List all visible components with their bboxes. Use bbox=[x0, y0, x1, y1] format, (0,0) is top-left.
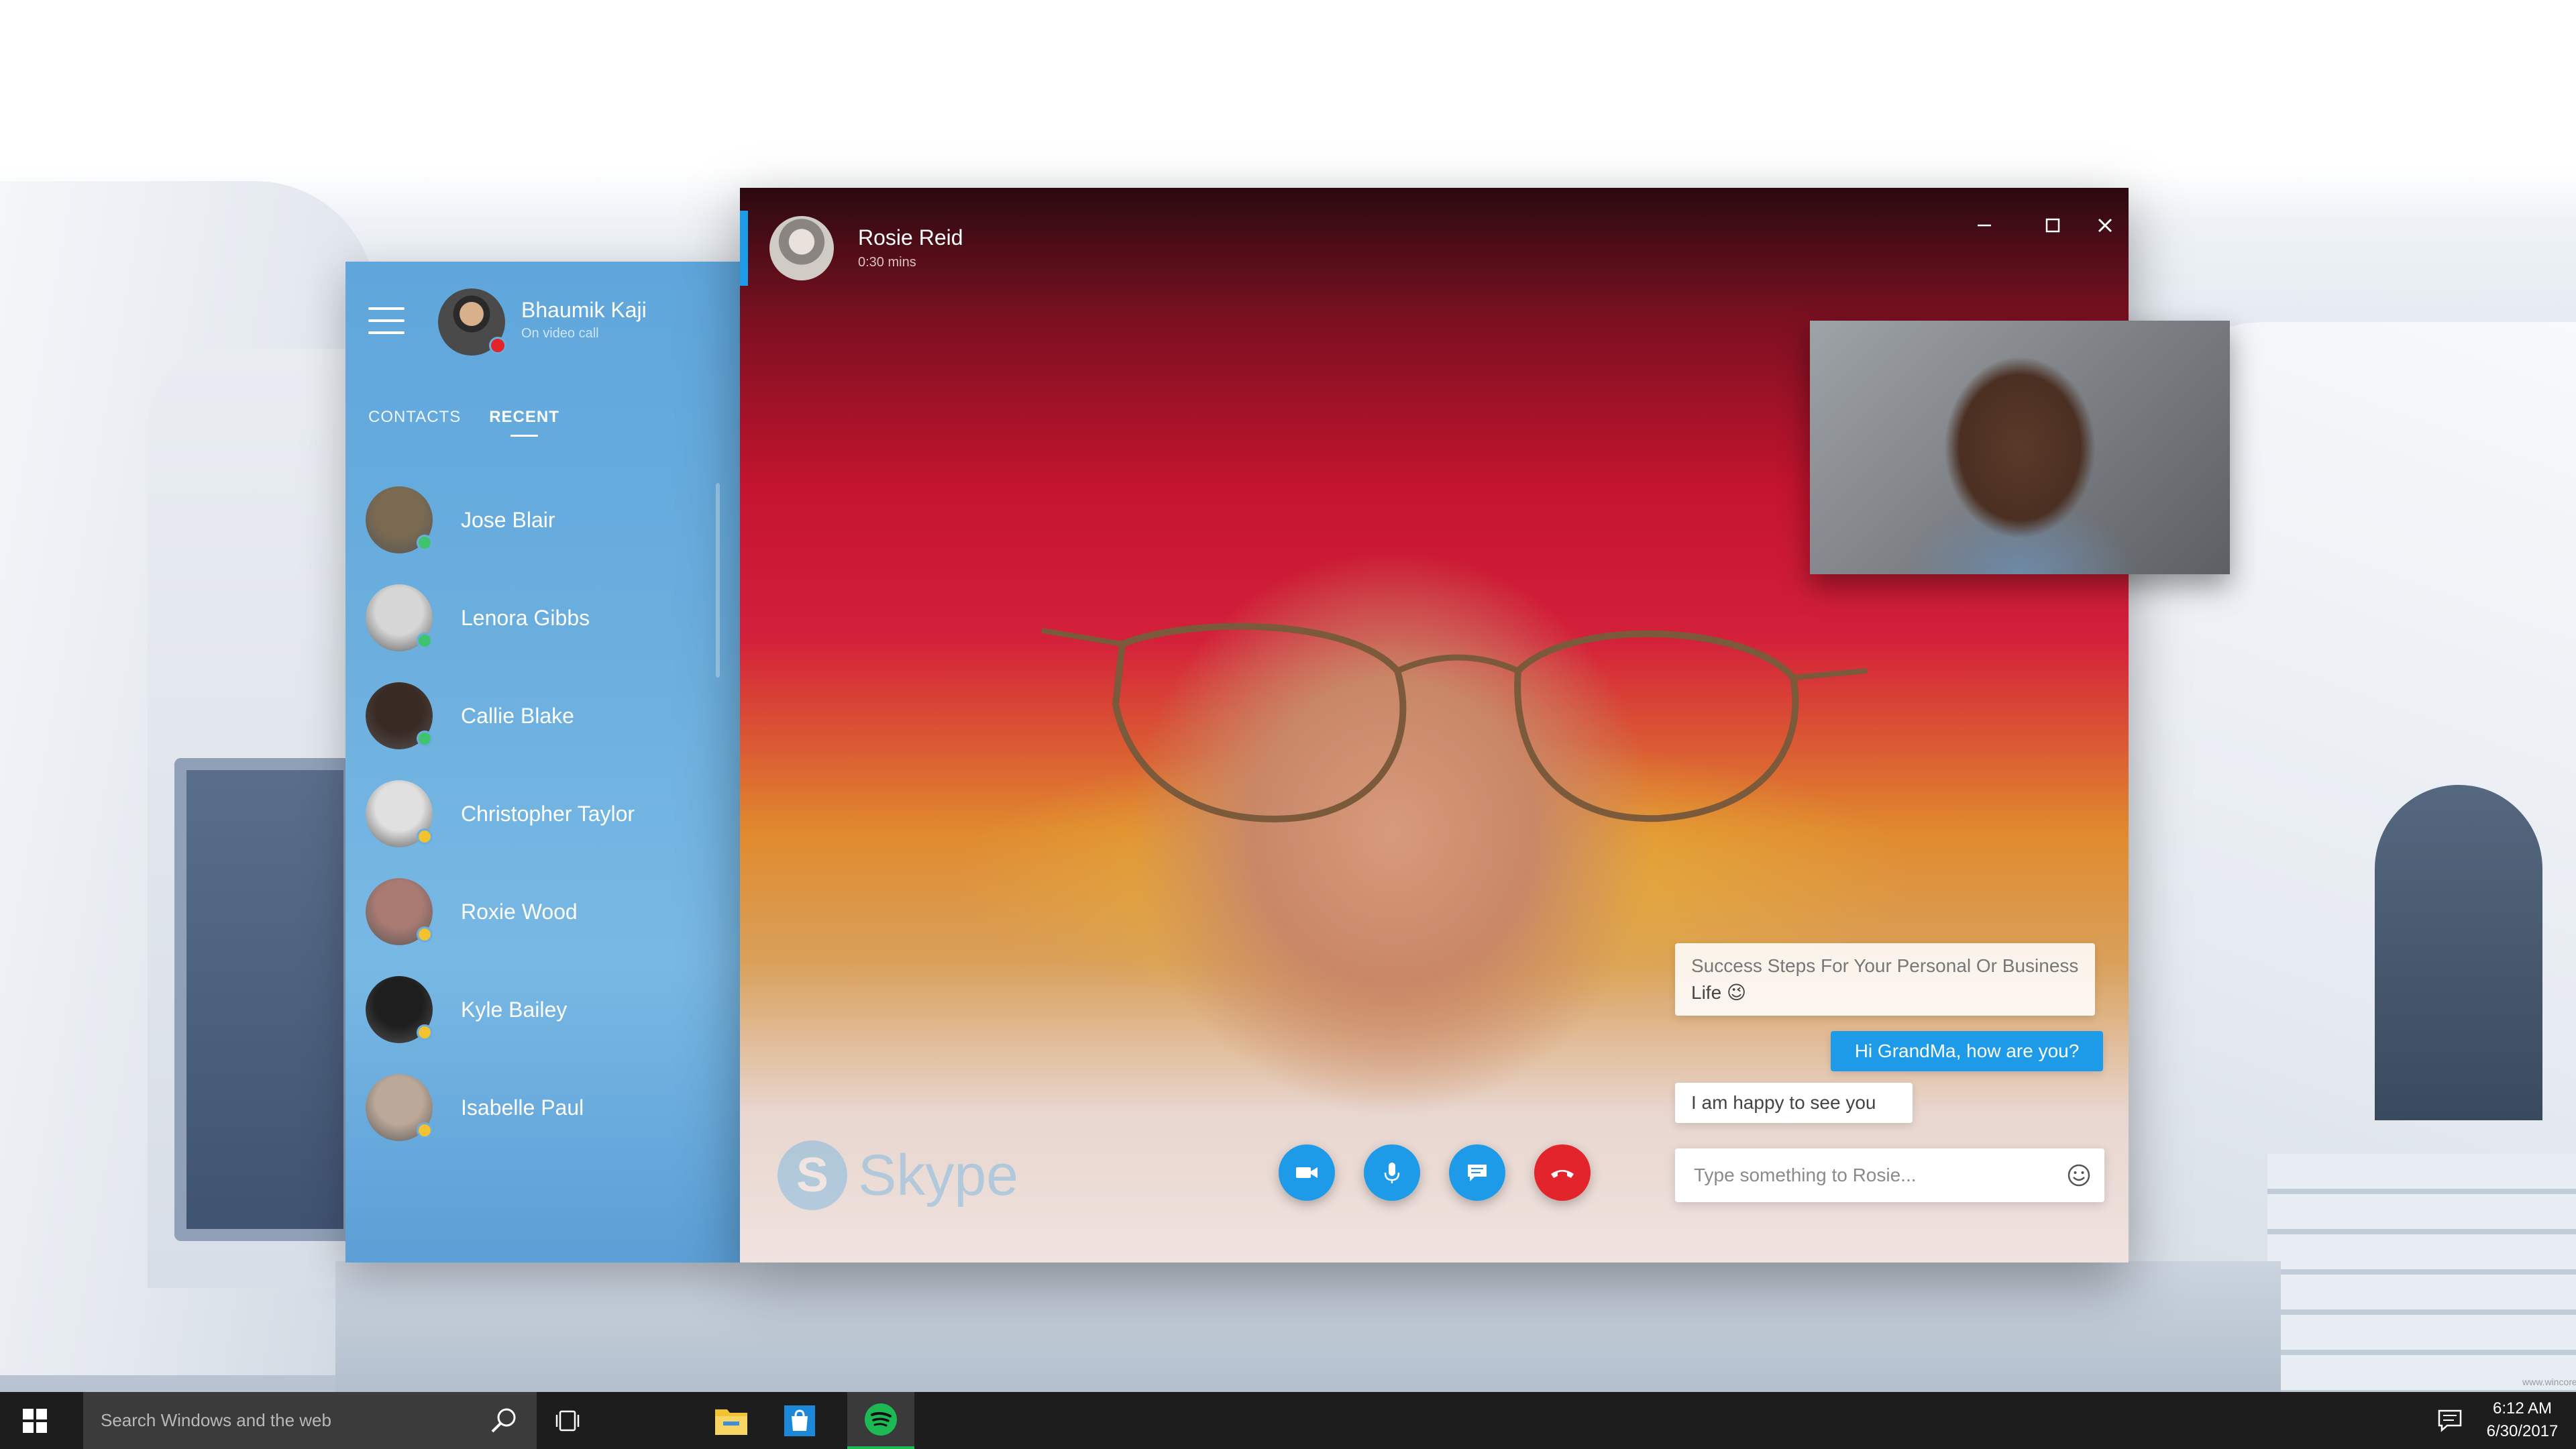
profile-avatar[interactable] bbox=[438, 288, 506, 356]
chat-message-line: Life 😉 bbox=[1691, 982, 1747, 1003]
presence-status-dot bbox=[417, 633, 433, 649]
search-placeholder: Search Windows and the web bbox=[101, 1410, 331, 1430]
tab-contacts[interactable]: CONTACTS bbox=[368, 408, 461, 427]
video-camera-icon bbox=[1296, 1167, 1318, 1178]
contact-name: Lenora Gibbs bbox=[461, 605, 590, 630]
remote-video-glasses bbox=[1041, 623, 1868, 822]
chat-message-received: Success Steps For Your Personal Or Busin… bbox=[1675, 943, 2095, 1016]
contact-name: Jose Blair bbox=[461, 507, 555, 532]
contact-list-item[interactable]: Lenora Gibbs bbox=[366, 581, 701, 655]
chat-message-input[interactable] bbox=[1675, 1148, 2051, 1202]
start-button[interactable] bbox=[0, 1392, 70, 1449]
store-button[interactable] bbox=[766, 1392, 833, 1449]
close-button[interactable] bbox=[2082, 205, 2129, 246]
hang-up-icon bbox=[1551, 1170, 1574, 1178]
emoticon-icon[interactable] bbox=[2067, 1163, 2091, 1187]
presence-status-dot bbox=[417, 828, 433, 845]
wallpaper-arch bbox=[2375, 785, 2542, 1120]
sidebar-tabs: CONTACTS RECENT bbox=[368, 408, 559, 437]
maximize-button[interactable] bbox=[2029, 205, 2076, 246]
clock-date: 6/30/2017 bbox=[2486, 1422, 2559, 1440]
task-view-button[interactable] bbox=[534, 1392, 601, 1449]
task-view-icon bbox=[555, 1410, 580, 1431]
active-call-accent bbox=[740, 211, 748, 286]
corner-watermark-text: www.wincore.ru bbox=[2522, 1377, 2576, 1387]
skype-watermark: S Skype bbox=[777, 1140, 1018, 1210]
maximize-icon bbox=[2045, 218, 2060, 233]
contact-avatar bbox=[366, 1074, 433, 1141]
taskbar-search-box[interactable]: Search Windows and the web bbox=[83, 1392, 537, 1449]
chat-composer bbox=[1675, 1148, 2104, 1202]
presence-status-dot bbox=[417, 731, 433, 747]
contacts-scrollbar[interactable] bbox=[716, 483, 720, 678]
profile-status-dot bbox=[489, 337, 506, 354]
spotify-button[interactable] bbox=[847, 1392, 914, 1449]
self-video-preview[interactable] bbox=[1810, 321, 2230, 574]
close-icon bbox=[2098, 218, 2112, 233]
presence-status-dot bbox=[417, 535, 433, 551]
file-explorer-button[interactable] bbox=[698, 1392, 765, 1449]
windows-logo-icon bbox=[23, 1408, 47, 1433]
contact-avatar bbox=[366, 584, 433, 651]
contact-name: Christopher Taylor bbox=[461, 801, 635, 826]
chat-message-received: I am happy to see you bbox=[1675, 1083, 1913, 1123]
chat-toggle-button[interactable] bbox=[1449, 1144, 1505, 1201]
contact-list-item[interactable]: Roxie Wood bbox=[366, 875, 701, 949]
contact-name: Kyle Bailey bbox=[461, 997, 568, 1022]
video-toggle-button[interactable] bbox=[1279, 1144, 1335, 1201]
contact-list-item[interactable]: Isabelle Paul bbox=[366, 1071, 701, 1144]
wallpaper-door bbox=[174, 758, 356, 1241]
end-call-button[interactable] bbox=[1534, 1144, 1591, 1201]
chat-bubble-icon bbox=[1468, 1165, 1487, 1181]
wallpaper-terrace bbox=[335, 1261, 2281, 1392]
minimize-button[interactable] bbox=[1961, 205, 2008, 246]
contact-name: Roxie Wood bbox=[461, 899, 578, 924]
hamburger-menu-icon[interactable] bbox=[368, 307, 405, 334]
search-icon bbox=[491, 1408, 516, 1433]
clock-time: 6:12 AM bbox=[2492, 1399, 2553, 1417]
chat-message-line: Success Steps For Your Personal Or Busin… bbox=[1691, 955, 2079, 976]
microphone-toggle-button[interactable] bbox=[1364, 1144, 1420, 1201]
presence-status-dot bbox=[417, 1122, 433, 1138]
tab-recent[interactable]: RECENT bbox=[489, 408, 559, 437]
minimize-icon bbox=[1978, 224, 1991, 227]
taskbar-clock[interactable]: 6:12 AM 6/30/2017 bbox=[2475, 1397, 2569, 1443]
skype-sidebar: Bhaumik Kaji On video call CONTACTS RECE… bbox=[345, 262, 741, 1263]
microphone-icon bbox=[1384, 1163, 1400, 1183]
contact-list-item[interactable]: Christopher Taylor bbox=[366, 777, 701, 851]
skype-wordmark: Skype bbox=[858, 1142, 1019, 1208]
wallpaper-stairs bbox=[2267, 1154, 2576, 1392]
file-explorer-icon bbox=[715, 1409, 747, 1435]
call-duration: 0:30 mins bbox=[858, 255, 916, 270]
presence-status-dot bbox=[417, 926, 433, 943]
contact-name: Isabelle Paul bbox=[461, 1095, 584, 1120]
skype-logo-icon: S bbox=[777, 1140, 847, 1210]
profile-name[interactable]: Bhaumik Kaji bbox=[521, 298, 647, 323]
contact-avatar bbox=[366, 682, 433, 749]
action-center-icon[interactable] bbox=[2435, 1405, 2465, 1435]
taskbar: Search Windows and the web 6:12 AM 6/30/… bbox=[0, 1392, 2576, 1449]
profile-status-text: On video call bbox=[521, 326, 599, 341]
caller-name: Rosie Reid bbox=[858, 225, 963, 250]
contact-name: Callie Blake bbox=[461, 703, 574, 728]
contact-list-item[interactable]: Kyle Bailey bbox=[366, 973, 701, 1046]
spotify-icon bbox=[865, 1403, 897, 1436]
contact-avatar bbox=[366, 976, 433, 1043]
presence-status-dot bbox=[417, 1024, 433, 1040]
contact-avatar bbox=[366, 486, 433, 553]
contact-avatar bbox=[366, 780, 433, 847]
contact-list-item[interactable]: Jose Blair bbox=[366, 483, 701, 557]
chat-message-sent: Hi GrandMa, how are you? bbox=[1831, 1031, 2103, 1071]
contact-list-item[interactable]: Callie Blake bbox=[366, 679, 701, 753]
store-icon bbox=[784, 1405, 815, 1436]
contact-avatar bbox=[366, 878, 433, 945]
caller-avatar[interactable] bbox=[769, 216, 834, 280]
